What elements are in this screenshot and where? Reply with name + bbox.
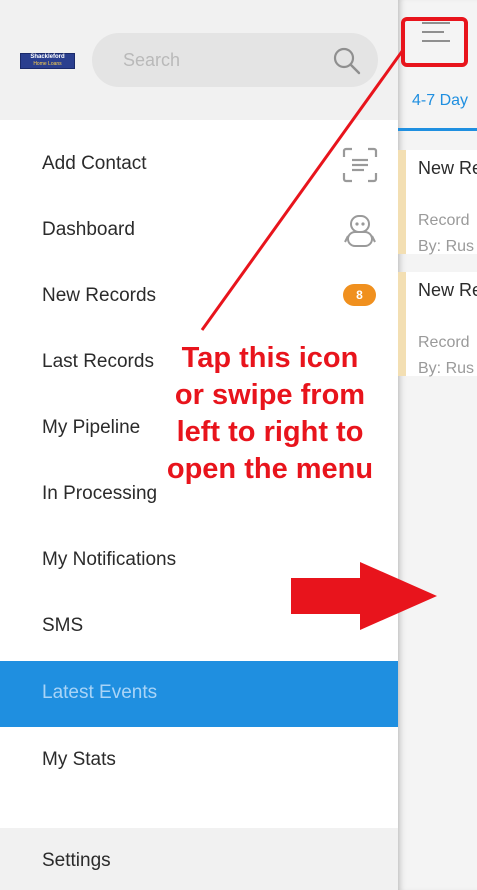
pointer-line (200, 49, 405, 331)
instruction-annotation: Tap this icon or swipe from left to righ… (150, 340, 390, 488)
annotation-line: open the menu (166, 453, 374, 485)
annotation-line: left to right to (176, 416, 364, 448)
swipe-arrow-icon (291, 562, 437, 630)
annotation-line: or swipe from (174, 379, 366, 411)
annotation-line: Tap this icon (181, 342, 359, 374)
